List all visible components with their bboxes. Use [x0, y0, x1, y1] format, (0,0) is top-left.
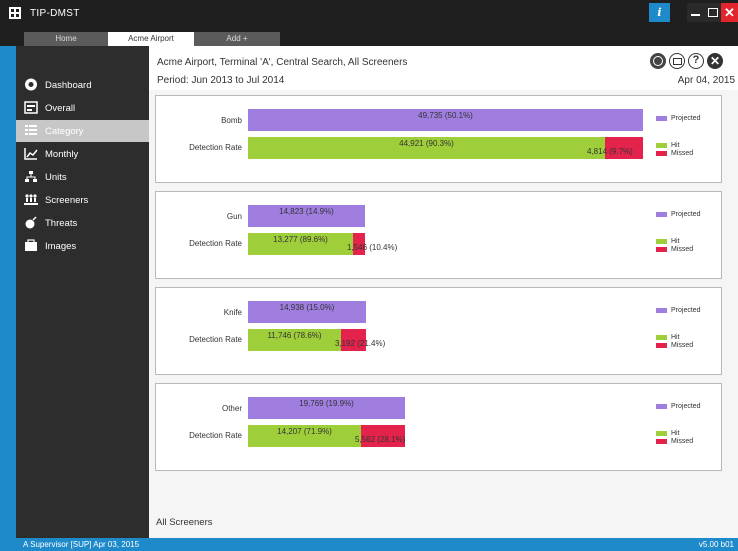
sidebar-item-label: Threats [45, 218, 78, 229]
legend-missed-label: Missed [671, 150, 694, 157]
legend-projected-swatch [656, 404, 667, 409]
tab-bar: Home Acme Airport Add + [0, 28, 738, 46]
hit-value: 44,921 (90.3%) [399, 139, 454, 148]
sidebar-item-label: Images [45, 241, 77, 252]
tab-add[interactable]: Add + [194, 32, 280, 46]
export-icon[interactable] [669, 53, 685, 69]
sidebar-item-threats[interactable]: Threats [16, 212, 149, 234]
title-bar: TIP-DMST i ✕ [0, 0, 738, 28]
legend-projected-swatch [656, 308, 667, 313]
legend-projected-label: Projected [671, 115, 701, 122]
detection-rate-label: Detection Rate [189, 239, 242, 248]
legend-missed-swatch [656, 343, 667, 348]
globe-icon[interactable] [650, 53, 666, 69]
tab-acme-airport[interactable]: Acme Airport [108, 32, 194, 46]
sidebar-item-dashboard[interactable]: Dashboard [16, 74, 149, 96]
close-window-button[interactable]: ✕ [721, 3, 738, 22]
legend-projected-label: Projected [671, 307, 701, 314]
status-user: A Supervisor [SUP] Apr 03, 2015 [23, 540, 140, 549]
legend-missed-swatch [656, 247, 667, 252]
sidebar-item-monthly[interactable]: Monthly [16, 143, 149, 165]
sidebar-item-label: Overall [45, 103, 76, 114]
maximize-button[interactable] [704, 3, 721, 22]
app-title: TIP-DMST [30, 8, 80, 19]
projected-value: 19,769 (19.9%) [299, 399, 354, 408]
missed-value: 1,546 (10.4%) [347, 243, 398, 252]
category-card-gun: Gun Detection Rate 14,823 (14.9%) 13,277 (8… [155, 191, 722, 279]
category-name: Knife [223, 308, 242, 317]
legend-hit-swatch [656, 431, 667, 436]
minimize-button[interactable] [687, 3, 704, 22]
hit-value: 11,746 (78.6%) [267, 331, 322, 340]
legend-projected-label: Projected [671, 211, 701, 218]
images-icon [25, 239, 37, 251]
legend-missed-swatch [656, 151, 667, 156]
footer-label: All Screeners [156, 517, 213, 528]
detection-rate-label: Detection Rate [189, 431, 242, 440]
report-header: Acme Airport, Terminal 'A', Central Sear… [149, 46, 738, 90]
missed-value: 5,562 (28.1%) [355, 435, 406, 444]
report-title: Acme Airport, Terminal 'A', Central Sear… [157, 57, 408, 68]
category-name: Other [221, 404, 242, 413]
legend-hit-label: Hit [671, 238, 680, 245]
legend-projected-label: Projected [671, 403, 701, 410]
app-window: TIP-DMST i ✕ Home Acme Airport Add + Das… [0, 0, 738, 551]
sidebar-item-units[interactable]: Units [16, 166, 149, 188]
main-content: Acme Airport, Terminal 'A', Central Sear… [149, 46, 738, 538]
projected-value: 49,735 (50.1%) [418, 111, 473, 120]
sidebar-item-label: Dashboard [45, 80, 92, 91]
report-date: Apr 04, 2015 [677, 75, 735, 86]
screeners-icon [24, 194, 38, 205]
missed-value: 4,814 (9.7%) [587, 147, 633, 156]
legend-missed-label: Missed [671, 438, 694, 445]
help-icon[interactable]: ? [688, 53, 704, 69]
legend-hit-label: Hit [671, 142, 680, 149]
hit-value: 13,277 (89.6%) [273, 235, 328, 244]
category-card-knife: Knife Detection Rate 14,938 (15.0%) 11,746 … [155, 287, 722, 375]
detection-rate-label: Detection Rate [189, 335, 242, 344]
missed-value: 3,192 (21.4%) [335, 339, 386, 348]
sidebar-item-label: Category [45, 126, 84, 137]
legend-projected-swatch [656, 116, 667, 121]
legend-hit-swatch [656, 335, 667, 340]
sidebar-item-overall[interactable]: Overall [16, 97, 149, 119]
close-icon[interactable]: ✕ [707, 53, 723, 69]
sidebar: Dashboard Overall Category Monthly Units… [16, 46, 149, 538]
app-logo-icon [9, 7, 21, 19]
legend-missed-swatch [656, 439, 667, 444]
info-button[interactable]: i [649, 3, 670, 22]
legend-missed-label: Missed [671, 246, 694, 253]
sidebar-item-category[interactable]: Category [16, 120, 149, 142]
projected-value: 14,938 (15.0%) [279, 303, 335, 312]
legend-hit-label: Hit [671, 334, 680, 341]
overall-icon [24, 101, 38, 114]
legend-hit-swatch [656, 143, 667, 148]
projected-value: 14,823 (14.9%) [279, 207, 334, 216]
legend-hit-label: Hit [671, 430, 680, 437]
report-period: Period: Jun 2013 to Jul 2014 [157, 75, 285, 86]
category-name: Bomb [221, 116, 242, 125]
legend-projected-swatch [656, 212, 667, 217]
category-name: Gun [226, 212, 242, 221]
sidebar-item-label: Units [45, 172, 67, 183]
detection-rate-label: Detection Rate [189, 143, 242, 152]
monthly-icon [24, 148, 38, 160]
category-card-bomb: Bomb Detection Rate 49,735 (50.1%) 44,921 (… [155, 95, 722, 183]
tab-home[interactable]: Home [24, 32, 108, 46]
category-card-other: Other Detection Rate 19,769 (19.9%) 14,207 … [155, 383, 722, 471]
threats-icon [25, 216, 37, 229]
sidebar-item-label: Screeners [45, 195, 89, 206]
dashboard-icon [25, 78, 37, 91]
legend-missed-label: Missed [671, 342, 694, 349]
category-icon [25, 125, 37, 135]
sidebar-item-screeners[interactable]: Screeners [16, 189, 149, 211]
sidebar-item-label: Monthly [45, 149, 79, 160]
sidebar-item-images[interactable]: Images [16, 235, 149, 257]
units-icon [25, 171, 37, 182]
status-version: v5.00 b01 [698, 540, 734, 549]
legend-hit-swatch [656, 239, 667, 244]
hit-value: 14,207 (71.9%) [277, 427, 332, 436]
status-bar: A Supervisor [SUP] Apr 03, 2015 v5.00 b0… [0, 538, 738, 551]
